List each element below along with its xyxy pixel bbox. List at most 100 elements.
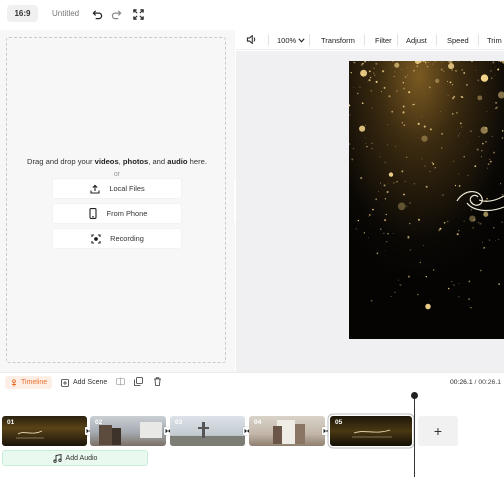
add-scene-button[interactable]: Add Scene	[61, 376, 107, 389]
sparkle	[429, 170, 431, 173]
tool-transform[interactable]: Transform	[321, 36, 355, 45]
sparkle	[482, 142, 484, 145]
tool-speed[interactable]: Speed	[447, 36, 469, 45]
clip-thumbnail	[170, 422, 245, 446]
aspect-ratio-button[interactable]: 16:9	[7, 5, 38, 22]
sparkle	[425, 303, 431, 310]
sparkle	[451, 69, 453, 71]
sparkle	[497, 68, 500, 71]
sparkle	[489, 160, 492, 163]
sparkle	[477, 221, 480, 224]
playhead-handle[interactable]	[411, 392, 418, 399]
tab-timeline[interactable]: Timeline	[5, 376, 53, 389]
video-preview[interactable]	[349, 61, 504, 339]
sparkle	[432, 269, 435, 271]
timeline-clip[interactable]: 03	[170, 416, 245, 446]
timeline-clip[interactable]: 01	[2, 416, 87, 446]
tool-trim[interactable]: Trim	[487, 36, 502, 45]
sparkle	[434, 167, 436, 169]
zoom-dropdown[interactable]: 100%	[277, 36, 305, 45]
sparkle	[359, 86, 361, 88]
sparkle	[439, 227, 442, 230]
sparkle	[467, 142, 468, 144]
sparkle	[388, 172, 394, 177]
timeline-clip[interactable]: 02	[90, 416, 166, 446]
sparkle	[370, 223, 372, 225]
fullscreen-icon[interactable]	[131, 7, 145, 21]
record-icon	[90, 233, 102, 245]
sparkle	[360, 69, 368, 77]
preview-frame-image	[349, 61, 504, 339]
sparkle	[404, 180, 406, 183]
sparkle	[470, 209, 473, 211]
sparkle	[432, 63, 434, 65]
recording-button[interactable]: Recording	[53, 229, 181, 248]
sparkle	[467, 174, 469, 176]
local-files-button[interactable]: Local Files	[53, 179, 181, 198]
timeline-clip-selected[interactable]: 05	[330, 416, 412, 446]
sparkle	[485, 140, 487, 143]
sparkle	[431, 161, 433, 164]
sparkle	[494, 75, 496, 77]
sparkle	[441, 133, 443, 135]
sparkle	[357, 219, 360, 222]
sparkle	[466, 84, 468, 86]
sparkle	[396, 180, 398, 183]
sparkle	[363, 232, 366, 234]
duplicate-icon[interactable]	[134, 377, 144, 387]
sparkle	[364, 124, 366, 127]
sparkle	[371, 142, 373, 145]
sparkle	[419, 261, 422, 264]
playhead[interactable]	[414, 392, 415, 477]
sparkle	[394, 291, 396, 293]
time-readout: 00:26.1 / 00:26.1	[449, 379, 501, 386]
sparkle	[456, 233, 459, 236]
transition-icon[interactable]	[322, 427, 330, 435]
delete-icon[interactable]	[153, 377, 163, 387]
add-audio-button[interactable]: Add Audio	[2, 450, 148, 466]
project-title[interactable]: Untitled	[52, 9, 79, 18]
sparkle	[368, 79, 371, 82]
sparkle	[378, 191, 379, 192]
clip-thumbnail	[352, 429, 392, 438]
timeline-clip[interactable]: 04	[249, 416, 325, 446]
split-icon[interactable]	[116, 377, 126, 387]
sparkle	[475, 69, 476, 71]
sparkle	[458, 184, 461, 187]
sparkle	[380, 228, 382, 230]
sparkle	[481, 241, 483, 243]
sparkle	[370, 90, 372, 92]
from-phone-button[interactable]: From Phone	[53, 204, 181, 223]
sparkle	[492, 61, 495, 64]
sparkle	[360, 63, 363, 66]
sparkle	[501, 193, 504, 196]
sparkle	[409, 249, 411, 251]
sparkle	[413, 103, 415, 106]
sparkle	[361, 102, 364, 105]
add-clip-button[interactable]: +	[418, 416, 458, 446]
timeline-tracks: 01 02 03 04 05 + Add Audio	[0, 392, 504, 477]
sparkle	[457, 135, 459, 137]
music-note-icon	[52, 453, 62, 463]
sparkle	[421, 135, 428, 142]
tool-adjust[interactable]: Adjust	[406, 36, 427, 45]
redo-icon[interactable]	[109, 7, 123, 21]
sparkle	[384, 219, 387, 222]
sparkle	[454, 184, 457, 187]
sparkle	[470, 307, 472, 309]
upload-panel: Drag and drop your videos, photos, and a…	[0, 30, 235, 372]
tool-filter[interactable]: Filter	[375, 36, 392, 45]
sparkle	[384, 197, 387, 200]
sparkle	[483, 211, 489, 217]
undo-icon[interactable]	[90, 7, 104, 21]
sparkle	[477, 79, 480, 82]
media-dropzone[interactable]: Drag and drop your videos, photos, and a…	[6, 37, 226, 363]
sparkle	[490, 70, 492, 72]
volume-icon[interactable]	[246, 34, 257, 47]
sparkle	[374, 74, 376, 76]
chevron-down-icon	[298, 36, 305, 45]
sparkle	[487, 163, 490, 166]
toolbar-divider	[309, 34, 310, 46]
sparkle	[360, 177, 363, 180]
sparkle	[443, 70, 445, 72]
